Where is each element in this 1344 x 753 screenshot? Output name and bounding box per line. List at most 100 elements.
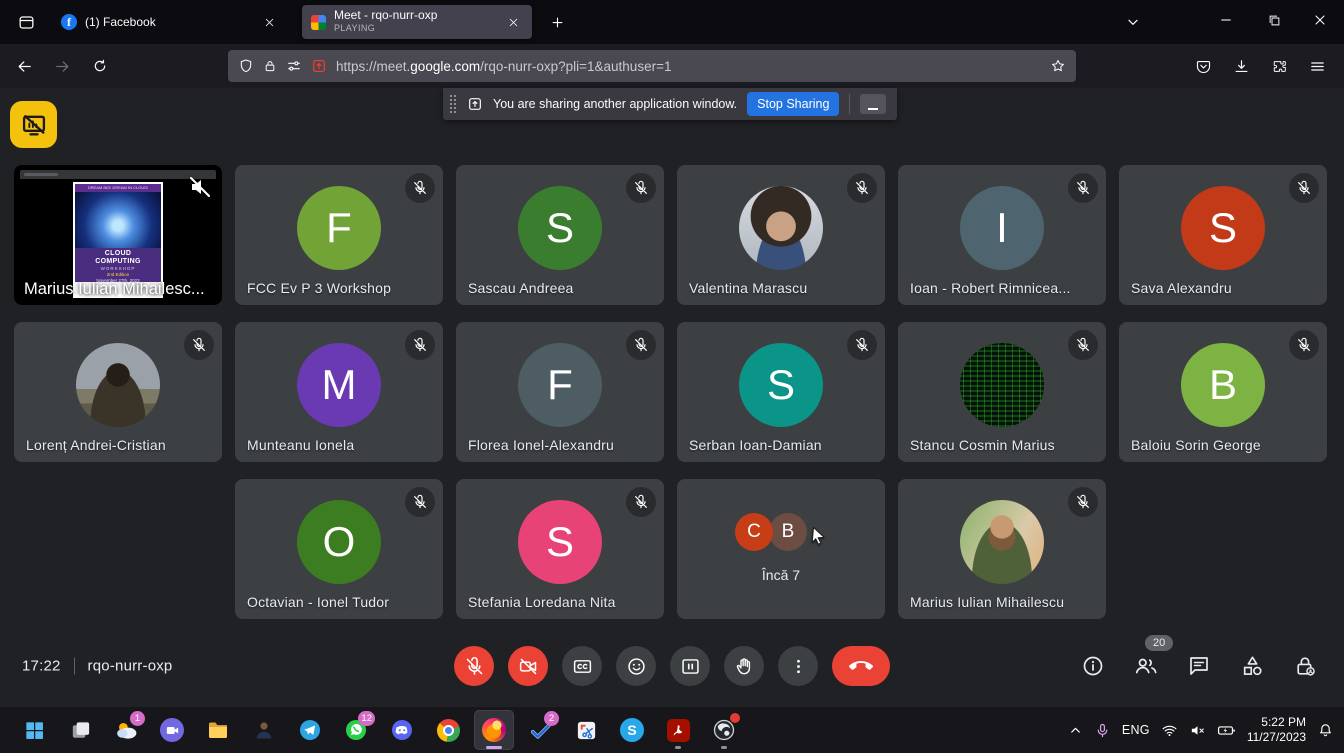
tab-playing-status: PLAYING	[334, 22, 495, 35]
widgets-weather-button[interactable]: 1	[106, 710, 146, 750]
reactions-button[interactable]	[616, 646, 656, 686]
telegram-button[interactable]	[290, 710, 330, 750]
participant-tile[interactable]: S Sava Alexandru	[1119, 165, 1327, 305]
clock-date[interactable]: 5:22 PM 11/27/2023	[1247, 715, 1306, 745]
participant-tile[interactable]: S Serban Ioan-Damian	[677, 322, 885, 462]
avatar-initial: S	[1181, 186, 1265, 270]
participant-tile[interactable]: S Sascau Andreea	[456, 165, 664, 305]
banner-drag-handle[interactable]	[449, 94, 457, 114]
language-indicator[interactable]: ENG	[1122, 723, 1150, 737]
whatsapp-button[interactable]: 12	[336, 710, 376, 750]
meet-favicon	[311, 15, 326, 30]
downloads-button[interactable]	[1225, 50, 1257, 82]
snipping-tool-button[interactable]	[566, 710, 606, 750]
participant-tile[interactable]: Valentina Marascu	[677, 165, 885, 305]
running-indicator	[675, 746, 681, 749]
wifi-icon[interactable]	[1161, 722, 1178, 739]
reload-button[interactable]	[84, 50, 116, 82]
firefox-button-active[interactable]	[474, 710, 514, 750]
back-button[interactable]	[8, 50, 40, 82]
activities-button[interactable]	[1239, 653, 1265, 679]
participant-tile[interactable]: S Stefania Loredana Nita	[456, 479, 664, 619]
firefox-view-button[interactable]	[8, 6, 44, 38]
presentation-blocked-icon[interactable]	[10, 101, 57, 148]
skype-button[interactable]: S	[612, 710, 652, 750]
bookmark-star-icon[interactable]	[1050, 58, 1066, 74]
tab-close-icon[interactable]	[259, 12, 279, 32]
window-minimize-button[interactable]	[1204, 0, 1248, 40]
meeting-details-button[interactable]	[1080, 653, 1106, 679]
screen-sharing-indicator-icon[interactable]	[311, 58, 327, 74]
banner-divider	[849, 94, 850, 114]
firefox-icon	[482, 718, 506, 742]
chrome-icon	[437, 719, 460, 742]
https-lock-icon[interactable]	[263, 59, 277, 73]
participant-name: Ioan - Robert Rimnicea...	[910, 280, 1071, 296]
video-app-button[interactable]	[152, 710, 192, 750]
obs-button[interactable]	[704, 710, 744, 750]
avatar-photo	[76, 343, 160, 427]
tray-overflow-chevron[interactable]	[1068, 723, 1083, 738]
file-explorer-button[interactable]	[198, 710, 238, 750]
extensions-puzzle-button[interactable]	[1263, 50, 1295, 82]
avatar-photo	[960, 500, 1044, 584]
window-maximize-button[interactable]	[1252, 0, 1296, 40]
mic-off-icon	[405, 330, 435, 360]
overflow-participants-tile[interactable]: C B Încă 7	[677, 479, 885, 619]
screen-share-tile[interactable]: DREAM BIG! DREAM IN CLOUD! CLOUD COMPUTI…	[14, 165, 222, 305]
panel-buttons: 20	[1080, 653, 1318, 679]
participant-tile[interactable]: Lorenț Andrei-Cristian	[14, 322, 222, 462]
tab-meet-active[interactable]: Meet - rqo-nurr-oxp PLAYING	[302, 5, 532, 39]
todo-button[interactable]: 2	[520, 710, 560, 750]
participant-name: Florea Ionel-Alexandru	[468, 437, 614, 453]
person-app-button[interactable]	[244, 710, 284, 750]
acrobat-button[interactable]	[658, 710, 698, 750]
volume-muted-icon[interactable]	[1189, 722, 1206, 739]
end-call-button[interactable]	[832, 646, 890, 686]
participant-tile[interactable]: Stancu Cosmin Marius	[898, 322, 1106, 462]
list-all-tabs-button[interactable]	[1111, 6, 1155, 38]
avatar-initial: S	[739, 343, 823, 427]
address-bar[interactable]: https://meet.google.com/rqo-nurr-oxp?pli…	[228, 50, 1076, 82]
participant-tile[interactable]: F Florea Ionel-Alexandru	[456, 322, 664, 462]
participant-tile[interactable]: Marius Iulian Mihailescu	[898, 479, 1106, 619]
chat-button[interactable]	[1186, 653, 1212, 679]
present-button[interactable]	[670, 646, 710, 686]
meet-page: You are sharing another application wind…	[0, 88, 1344, 706]
participant-tile[interactable]: M Munteanu Ionela	[235, 322, 443, 462]
tab-close-icon[interactable]	[503, 12, 523, 32]
tracking-protection-shield-icon[interactable]	[238, 58, 254, 74]
mouse-cursor-icon	[809, 525, 829, 545]
host-controls-button[interactable]	[1292, 653, 1318, 679]
window-close-button[interactable]	[1298, 0, 1342, 40]
notifications-bell-icon[interactable]	[1317, 722, 1334, 739]
participant-tile[interactable]: F FCC Ev P 3 Workshop	[235, 165, 443, 305]
more-options-button[interactable]	[778, 646, 818, 686]
raise-hand-button[interactable]	[724, 646, 764, 686]
people-button[interactable]: 20	[1133, 653, 1159, 679]
menu-hamburger-button[interactable]	[1301, 50, 1333, 82]
permissions-icon[interactable]	[286, 58, 302, 74]
task-view-button[interactable]	[60, 710, 100, 750]
pocket-button[interactable]	[1187, 50, 1219, 82]
camera-off-button[interactable]	[508, 646, 548, 686]
forward-button[interactable]	[46, 50, 78, 82]
captions-button[interactable]	[562, 646, 602, 686]
new-tab-button[interactable]	[542, 7, 572, 37]
stop-sharing-button[interactable]: Stop Sharing	[747, 92, 839, 116]
mic-off-button[interactable]	[454, 646, 494, 686]
mic-in-use-icon[interactable]	[1094, 722, 1111, 739]
discord-button[interactable]	[382, 710, 422, 750]
battery-icon[interactable]	[1217, 721, 1236, 740]
browser-toolbar: https://meet.google.com/rqo-nurr-oxp?pli…	[0, 44, 1344, 88]
tab-title: (1) Facebook	[85, 15, 251, 29]
participant-tile[interactable]: I Ioan - Robert Rimnicea...	[898, 165, 1106, 305]
sharing-banner: You are sharing another application wind…	[443, 88, 897, 120]
participant-tile[interactable]: B Baloiu Sorin George	[1119, 322, 1327, 462]
tab-facebook[interactable]: f (1) Facebook	[52, 5, 288, 39]
banner-minimize-button[interactable]	[860, 94, 886, 114]
start-button[interactable]	[14, 710, 54, 750]
acrobat-icon	[667, 719, 690, 742]
participant-tile[interactable]: O Octavian - Ionel Tudor	[235, 479, 443, 619]
chrome-button[interactable]	[428, 710, 468, 750]
